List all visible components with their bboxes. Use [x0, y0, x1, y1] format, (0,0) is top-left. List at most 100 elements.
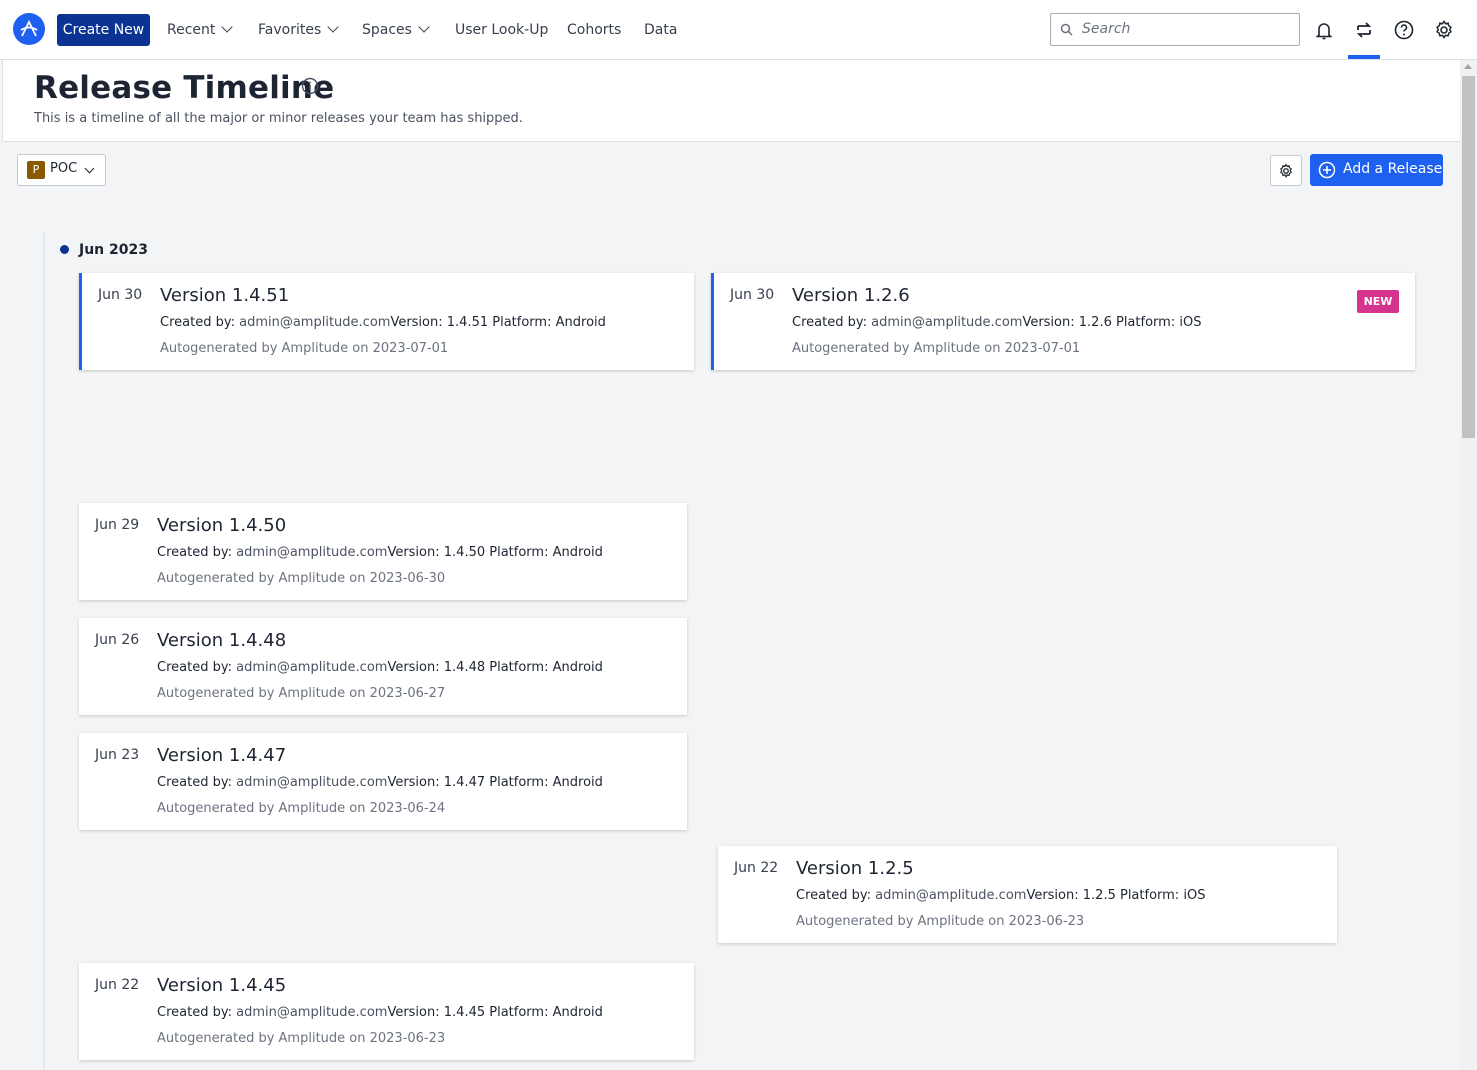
version-label: Version: [387, 660, 440, 675]
platform-label: Platform: [489, 775, 549, 790]
nav-favorites-label: Favorites [258, 22, 322, 38]
info-icon[interactable] [301, 77, 319, 95]
platform-label: Platform: [489, 660, 549, 675]
chevron-down-icon [84, 163, 95, 174]
release-platform: Android [552, 1005, 603, 1020]
release-title[interactable]: Version 1.4.48 [157, 630, 286, 651]
release-meta: Created by: admin@amplitude.comVersion: … [157, 660, 603, 675]
create-new-button[interactable]: Create New [57, 14, 150, 46]
release-card[interactable]: Jun 22 Version 1.4.45 Created by: admin@… [79, 963, 694, 1060]
release-platform: Android [552, 545, 603, 560]
platform-label: Platform: [1119, 888, 1180, 903]
release-meta: Created by: admin@amplitude.comVersion: … [157, 1005, 603, 1020]
top-nav: Create New Recent Favorites Spaces User … [0, 0, 1477, 60]
search-icon [1060, 23, 1073, 36]
release-platform: iOS [1183, 888, 1206, 903]
release-card[interactable]: Jun 30 Version 1.2.6 Created by: admin@a… [711, 273, 1415, 370]
scroll-up-arrow-icon[interactable] [1464, 64, 1472, 69]
release-author: admin@amplitude.com [871, 315, 1023, 330]
release-card[interactable]: Jun 26 Version 1.4.48 Created by: admin@… [79, 618, 687, 715]
release-meta: Created by: admin@amplitude.comVersion: … [157, 545, 603, 560]
release-version: 1.4.48 [443, 660, 486, 675]
version-label: Version: [1026, 888, 1079, 903]
search-input[interactable]: Search [1050, 13, 1300, 46]
release-title[interactable]: Version 1.2.6 [792, 285, 910, 306]
version-label: Version: [1022, 315, 1075, 330]
release-autogen: Autogenerated by Amplitude on 2023-06-23 [157, 1031, 446, 1046]
chevron-down-icon [418, 21, 430, 33]
created-by-label: Created by: [157, 775, 232, 790]
release-platform: Android [552, 660, 603, 675]
nav-user-lookup[interactable]: User Look-Up [455, 20, 548, 40]
release-autogen: Autogenerated by Amplitude on 2023-07-01 [792, 341, 1081, 356]
release-title[interactable]: Version 1.2.5 [796, 858, 914, 879]
release-autogen: Autogenerated by Amplitude on 2023-07-01 [160, 341, 449, 356]
add-release-button[interactable]: Add a Release [1310, 154, 1443, 186]
amplitude-logo-icon[interactable] [13, 13, 45, 45]
release-meta: Created by: admin@amplitude.comVersion: … [792, 315, 1201, 330]
release-version: 1.2.6 [1078, 315, 1112, 330]
release-card[interactable]: Jun 30 Version 1.4.51 Created by: admin@… [79, 273, 694, 370]
release-autogen: Autogenerated by Amplitude on 2023-06-23 [796, 914, 1085, 929]
platform-label: Platform: [489, 1005, 549, 1020]
release-card[interactable]: Jun 23 Version 1.4.47 Created by: admin@… [79, 733, 687, 830]
release-version: 1.4.47 [443, 775, 486, 790]
release-platform: iOS [1179, 315, 1202, 330]
platform-label: Platform: [1115, 315, 1176, 330]
search-placeholder: Search [1082, 21, 1131, 37]
scrollbar-thumb[interactable] [1462, 76, 1475, 438]
release-meta: Created by: admin@amplitude.comVersion: … [796, 888, 1205, 903]
release-author: admin@amplitude.com [236, 1005, 388, 1020]
nav-data[interactable]: Data [644, 20, 677, 40]
gear-icon [1280, 163, 1292, 178]
nav-spaces[interactable]: Spaces [362, 20, 430, 40]
bell-icon[interactable] [1312, 18, 1336, 42]
releases-icon[interactable] [1352, 18, 1376, 42]
nav-cohorts[interactable]: Cohorts [567, 20, 621, 40]
project-label: POC [50, 161, 78, 176]
release-version: 1.2.5 [1082, 888, 1116, 903]
created-by-label: Created by: [157, 1005, 232, 1020]
release-meta: Created by: admin@amplitude.comVersion: … [160, 315, 606, 330]
timeline-settings-button[interactable] [1270, 155, 1302, 186]
nav-recent-label: Recent [167, 22, 216, 38]
release-version: 1.4.50 [443, 545, 486, 560]
version-label: Version: [387, 545, 440, 560]
timeline-month: Jun 2023 [79, 242, 148, 258]
release-autogen: Autogenerated by Amplitude on 2023-06-24 [157, 801, 446, 816]
release-author: admin@amplitude.com [875, 888, 1027, 903]
active-tab-indicator [1348, 55, 1380, 59]
release-title[interactable]: Version 1.4.47 [157, 745, 286, 766]
version-label: Version: [387, 775, 440, 790]
release-date: Jun 23 [95, 747, 140, 763]
nav-recent[interactable]: Recent [167, 20, 234, 40]
release-autogen: Autogenerated by Amplitude on 2023-06-30 [157, 571, 446, 586]
release-meta: Created by: admin@amplitude.comVersion: … [157, 775, 603, 790]
page-subtitle: This is a timeline of all the major or m… [34, 111, 523, 126]
version-label: Version: [390, 315, 443, 330]
plus-circle-icon [1318, 161, 1336, 179]
created-by-label: Created by: [792, 315, 867, 330]
created-by-label: Created by: [160, 315, 235, 330]
project-selector[interactable]: P POC [17, 154, 106, 186]
page-header: Release Timeline This is a timeline of a… [2, 60, 1460, 142]
release-author: admin@amplitude.com [236, 660, 388, 675]
platform-label: Platform: [489, 545, 549, 560]
release-title[interactable]: Version 1.4.45 [157, 975, 286, 996]
release-card[interactable]: Jun 29 Version 1.4.50 Created by: admin@… [79, 503, 687, 600]
project-badge: P [27, 161, 45, 179]
created-by-label: Created by: [157, 545, 232, 560]
nav-spaces-label: Spaces [362, 22, 412, 38]
release-title[interactable]: Version 1.4.51 [160, 285, 289, 306]
chevron-down-icon [327, 21, 339, 33]
settings-icon[interactable] [1432, 18, 1456, 42]
release-author: admin@amplitude.com [236, 775, 388, 790]
release-date: Jun 22 [734, 860, 779, 876]
release-title[interactable]: Version 1.4.50 [157, 515, 286, 536]
release-card[interactable]: Jun 22 Version 1.2.5 Created by: admin@a… [718, 846, 1337, 943]
release-autogen: Autogenerated by Amplitude on 2023-06-27 [157, 686, 446, 701]
release-date: Jun 30 [98, 287, 143, 303]
nav-favorites[interactable]: Favorites [258, 20, 339, 40]
help-icon[interactable] [1392, 18, 1416, 42]
release-date: Jun 30 [730, 287, 775, 303]
